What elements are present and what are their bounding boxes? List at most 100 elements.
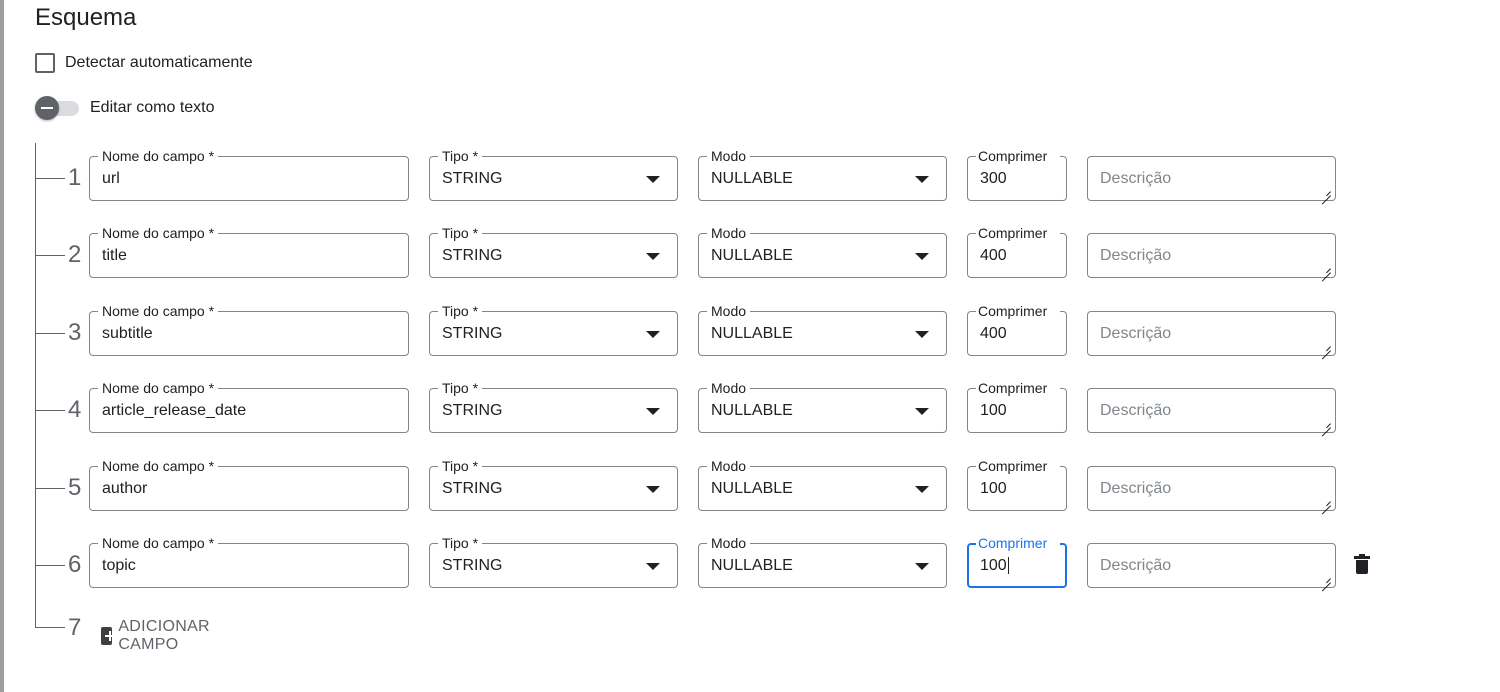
row-number: 7	[68, 614, 82, 641]
mode-select[interactable]: Modo NULLABLE	[698, 458, 947, 511]
field-name-label: Nome do campo *	[98, 535, 219, 551]
length-value: 400	[980, 325, 1007, 342]
row-number: 2	[68, 241, 82, 268]
mode-value: NULLABLE	[711, 480, 793, 497]
field-name-input[interactable]: Nome do campo * topic	[89, 535, 409, 588]
description-placeholder: Descrição	[1100, 247, 1172, 264]
trash-lid	[1354, 554, 1370, 559]
length-label: Comprimer	[976, 303, 1060, 319]
tree-branch	[35, 410, 65, 411]
field-name-value: subtitle	[102, 325, 153, 342]
mode-label: Modo	[707, 380, 751, 396]
type-value: STRING	[442, 402, 503, 419]
resize-grip-icon[interactable]	[1321, 186, 1331, 196]
mode-select[interactable]: Modo NULLABLE	[698, 303, 947, 356]
description-placeholder: Descrição	[1100, 325, 1172, 342]
arrow-drop-down-icon	[646, 563, 660, 570]
length-input[interactable]: Comprimer 100	[967, 458, 1067, 511]
field-name-input[interactable]: Nome do campo * author	[89, 458, 409, 511]
auto-detect-checkbox-row[interactable]: Detectar automaticamente	[35, 53, 253, 73]
type-label: Tipo *	[438, 380, 483, 396]
description-textarea[interactable]: Descrição	[1087, 388, 1336, 433]
length-label: Comprimer	[976, 458, 1060, 474]
arrow-drop-down-icon	[646, 331, 660, 338]
section-title: Esquema	[35, 4, 137, 31]
type-label: Tipo *	[438, 148, 483, 164]
length-input-focused[interactable]: Comprimer 100	[967, 535, 1067, 588]
type-value: STRING	[442, 247, 503, 264]
type-select[interactable]: Tipo * STRING	[429, 380, 678, 433]
resize-grip-icon[interactable]	[1321, 263, 1331, 273]
mode-value: NULLABLE	[711, 402, 793, 419]
resize-grip-icon[interactable]	[1321, 418, 1331, 428]
arrow-drop-down-icon	[915, 331, 929, 338]
field-name-value: url	[102, 170, 120, 187]
field-name-label: Nome do campo *	[98, 148, 219, 164]
type-select[interactable]: Tipo * STRING	[429, 458, 678, 511]
length-label: Comprimer	[976, 225, 1060, 241]
mode-select[interactable]: Modo NULLABLE	[698, 380, 947, 433]
edit-as-text-toggle-row[interactable]: Editar como texto	[35, 96, 215, 120]
mode-select[interactable]: Modo NULLABLE	[698, 148, 947, 201]
type-select[interactable]: Tipo * STRING	[429, 148, 678, 201]
field-name-label: Nome do campo *	[98, 303, 219, 319]
type-label: Tipo *	[438, 458, 483, 474]
field-name-label: Nome do campo *	[98, 458, 219, 474]
trash-icon[interactable]	[1354, 554, 1370, 575]
description-placeholder: Descrição	[1100, 480, 1172, 497]
field-name-value: author	[102, 480, 148, 497]
mode-label: Modo	[707, 535, 751, 551]
type-select[interactable]: Tipo * STRING	[429, 535, 678, 588]
type-select[interactable]: Tipo * STRING	[429, 303, 678, 356]
mode-label: Modo	[707, 225, 751, 241]
plus-box-icon	[101, 627, 116, 645]
length-input[interactable]: Comprimer 300	[967, 148, 1067, 201]
description-textarea[interactable]: Descrição	[1087, 311, 1336, 356]
type-value: STRING	[442, 170, 503, 187]
length-value: 300	[980, 170, 1007, 187]
edit-as-text-label: Editar como texto	[90, 99, 215, 116]
tree-branch	[35, 255, 65, 256]
resize-grip-icon[interactable]	[1321, 496, 1331, 506]
auto-detect-checkbox[interactable]	[35, 53, 55, 73]
length-input[interactable]: Comprimer 400	[967, 225, 1067, 278]
description-textarea[interactable]: Descrição	[1087, 233, 1336, 278]
schema-row: 6 Nome do campo * topic Tipo * STRING Mo…	[35, 535, 1395, 589]
length-input[interactable]: Comprimer 400	[967, 303, 1067, 356]
arrow-drop-down-icon	[646, 176, 660, 183]
add-field-button[interactable]: ADICIONAR CAMPO	[101, 618, 217, 654]
resize-grip-icon[interactable]	[1321, 573, 1331, 583]
length-value: 100	[980, 402, 1007, 419]
mode-value: NULLABLE	[711, 325, 793, 342]
mode-select[interactable]: Modo NULLABLE	[698, 535, 947, 588]
resize-grip-icon[interactable]	[1321, 341, 1331, 351]
arrow-drop-down-icon	[646, 408, 660, 415]
field-name-value: topic	[102, 557, 136, 574]
auto-detect-label: Detectar automaticamente	[65, 54, 253, 71]
length-value: 100	[980, 557, 1007, 574]
length-label: Comprimer	[976, 380, 1060, 396]
field-name-input[interactable]: Nome do campo * article_release_date	[89, 380, 409, 433]
tree-branch	[35, 488, 65, 489]
type-select[interactable]: Tipo * STRING	[429, 225, 678, 278]
length-value: 400	[980, 247, 1007, 264]
description-textarea[interactable]: Descrição	[1087, 543, 1336, 588]
type-value: STRING	[442, 480, 503, 497]
field-name-input[interactable]: Nome do campo * title	[89, 225, 409, 278]
tree-branch	[35, 333, 65, 334]
description-textarea[interactable]: Descrição	[1087, 156, 1336, 201]
length-value: 100	[980, 480, 1007, 497]
arrow-drop-down-icon	[646, 253, 660, 260]
mode-select[interactable]: Modo NULLABLE	[698, 225, 947, 278]
description-textarea[interactable]: Descrição	[1087, 466, 1336, 511]
arrow-drop-down-icon	[915, 486, 929, 493]
mode-value: NULLABLE	[711, 557, 793, 574]
field-name-label: Nome do campo *	[98, 380, 219, 396]
length-input[interactable]: Comprimer 100	[967, 380, 1067, 433]
field-name-input[interactable]: Nome do campo * url	[89, 148, 409, 201]
mode-label: Modo	[707, 458, 751, 474]
arrow-drop-down-icon	[915, 408, 929, 415]
field-name-input[interactable]: Nome do campo * subtitle	[89, 303, 409, 356]
edit-as-text-toggle[interactable]	[35, 96, 80, 120]
length-label: Comprimer	[976, 535, 1060, 551]
